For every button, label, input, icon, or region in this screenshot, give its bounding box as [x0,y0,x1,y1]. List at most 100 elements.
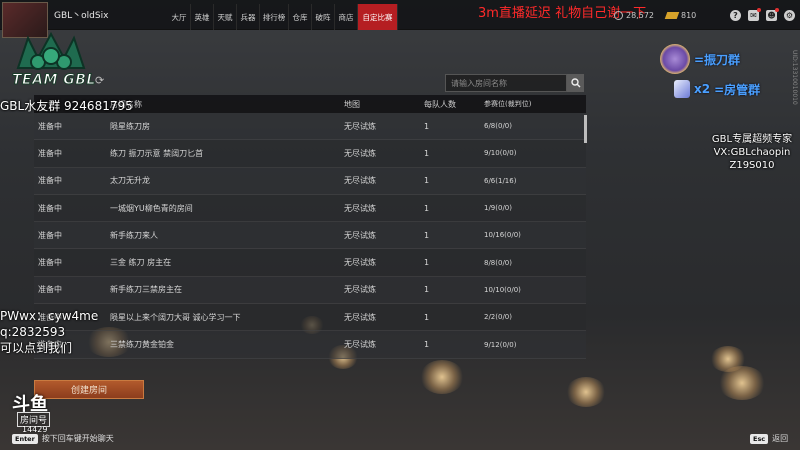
help-icon[interactable]: ? [730,10,741,21]
contact-overlay: PWwx：cyw4me q:2832593 可以点到我们 [0,308,98,356]
room-seats: 2/2(0/0) [484,313,512,322]
coin-amount: 28,572 [626,11,654,20]
nav-warehouse[interactable]: 仓库 [289,4,312,30]
table-row[interactable]: 准备中 三金 练刀 房主在 无尽试炼 1 8/8(0/0) [34,249,586,277]
team-logo-text: TEAM GBL [12,72,96,89]
nav-talents[interactable]: 天赋 [214,4,237,30]
table-row[interactable]: 准备中 三禁练刀黄金铂金 无尽试炼 1 9/12(0/0) [34,331,586,359]
badge-multiplier: x2 [694,82,711,96]
top-bar: GBL丶oldSix 大厅 英雄 天赋 兵器 排行榜 仓库 破阵 商店 自定比赛… [0,0,800,38]
gold-icon [664,12,680,19]
room-map: 无尽试炼 [344,285,376,295]
room-team-size: 1 [424,148,430,158]
room-seats: 6/6(1/16) [484,176,517,185]
room-name: 练刀 振刀示意 禁阔刀匕首 [110,148,204,158]
refresh-icon[interactable]: ⟳ [95,74,104,87]
room-status: 准备中 [38,285,62,295]
player-name: GBL丶oldSix [54,11,109,21]
nav-weapons[interactable]: 兵器 [237,4,260,30]
table-row[interactable]: 准备中 陨星以上来个阔刀大哥 诚心学习一下 无尽试炼 1 2/2(0/0) [34,304,586,332]
room-seats: 10/10(0/0) [484,285,521,294]
nav-custom-match[interactable]: 自定比赛 [358,4,398,30]
header-seats: 参赛位(裁判位) [484,100,532,108]
table-body: 准备中 陨星练刀房 无尽试炼 1 6/8(0/0) 准备中 练刀 振刀示意 禁阔… [34,113,586,359]
search-button[interactable] [567,74,584,92]
rank-medal-icon [660,44,690,74]
room-name: 一城烟YU柳色青的房间 [110,203,193,213]
table-row[interactable]: 准备中 太刀无升龙 无尽试炼 1 6/6(1/16) [34,167,586,195]
esc-key-icon: Esc [750,433,769,444]
room-map: 无尽试炼 [344,148,376,158]
user-id-watermark: UID:13310010010 [791,50,798,105]
room-status: 准备中 [38,148,62,158]
room-name: 新手练刀来人 [110,230,158,240]
sponsor-line: Z19S010 [729,160,775,171]
back-hint-text: 返回 [772,434,789,443]
mail-icon[interactable]: ✉ [748,8,761,21]
header-team-size: 每队人数 [424,99,456,109]
room-name: 三禁练刀黄金铂金 [110,340,174,350]
room-map: 无尽试炼 [344,203,376,213]
enter-key-icon: Enter [12,433,38,444]
header-map: 地图 [344,99,360,109]
room-team-size: 1 [424,258,430,268]
chat-hint-text: 按下回车键开始聊天 [41,434,114,443]
nav-lobby[interactable]: 大厅 [168,4,191,30]
room-search-input[interactable] [445,74,567,92]
room-team-size: 1 [424,121,430,131]
fan-group-overlay: GBL水友群 924681795 [0,99,133,113]
gold-balance: 810 [664,11,697,20]
table-row[interactable]: 准备中 新手练刀来人 无尽试炼 1 10/16(0/0) [34,222,586,250]
sponsor-line: GBL专属超频专家 [711,134,793,145]
fangguan-group-text: =房管群 [714,82,761,97]
room-team-size: 1 [424,176,430,186]
room-seats: 1/9(0/0) [484,204,512,213]
coin-icon [614,11,623,20]
back-hint[interactable]: Esc 返回 [750,433,788,444]
room-table: 房间名称 地图 每队人数 参赛位(裁判位) 准备中 陨星练刀房 无尽试炼 1 6… [34,95,586,359]
settings-gear-icon[interactable]: ⚙ [784,10,795,21]
chat-hint: Enter 按下回车键开始聊天 [12,433,114,444]
main-nav: 大厅 英雄 天赋 兵器 排行榜 仓库 破阵 商店 自定比赛 [168,4,398,30]
table-row[interactable]: 准备中 一城烟YU柳色青的房间 无尽试炼 1 1/9(0/0) [34,194,586,223]
contact-line: PWwx：cyw4me [0,309,99,323]
room-map: 无尽试炼 [344,121,376,131]
table-row[interactable]: 准备中 新手练刀三禁房主在 无尽试炼 1 10/10(0/0) [34,276,586,305]
nav-shop[interactable]: 商店 [335,4,358,30]
room-seats: 8/8(0/0) [484,258,512,267]
room-status: 准备中 [38,121,62,131]
header-room-name: 房间名称 [110,99,142,109]
fangguan-group-label: x2 =房管群 [674,80,760,98]
room-name: 陨星练刀房 [110,121,150,131]
contact-line: q:2832593 [0,325,66,339]
room-map: 无尽试炼 [344,258,376,268]
room-name: 三金 练刀 房主在 [110,258,172,268]
room-name: 太刀无升龙 [110,176,150,186]
table-row[interactable]: 准备中 陨星练刀房 无尽试炼 1 6/8(0/0) [34,113,586,141]
team-gbl-logo [16,31,86,70]
sponsor-overlay: GBL专属超频专家 VX:GBLchaopin Z19S010 [697,133,800,172]
room-map: 无尽试炼 [344,340,376,350]
badge-icon [674,80,690,98]
nav-leaderboard[interactable]: 排行榜 [260,4,289,30]
room-map: 无尽试炼 [344,312,376,322]
nav-formation[interactable]: 破阵 [312,4,335,30]
create-room-button[interactable]: 创建房间 [34,380,144,399]
table-scrollbar[interactable] [584,115,587,143]
search-icon [570,78,580,88]
room-seats: 6/8(0/0) [484,122,512,131]
room-status: 准备中 [38,258,62,268]
zhendao-group-text: =振刀群 [694,52,741,67]
room-team-size: 1 [424,230,430,240]
sponsor-line: VX:GBLchaopin [713,147,791,158]
lantern-light [718,366,766,400]
room-map: 无尽试炼 [344,230,376,240]
coin-balance: 28,572 [614,11,654,20]
nav-heroes[interactable]: 英雄 [191,4,214,30]
room-team-size: 1 [424,340,430,350]
gold-amount: 810 [681,11,697,20]
zhendao-group-label: =振刀群 [660,44,740,74]
room-team-size: 1 [424,312,430,322]
friends-icon[interactable]: ☻ [766,8,779,21]
table-row[interactable]: 准备中 练刀 振刀示意 禁阔刀匕首 无尽试炼 1 9/10(0/0) [34,140,586,168]
